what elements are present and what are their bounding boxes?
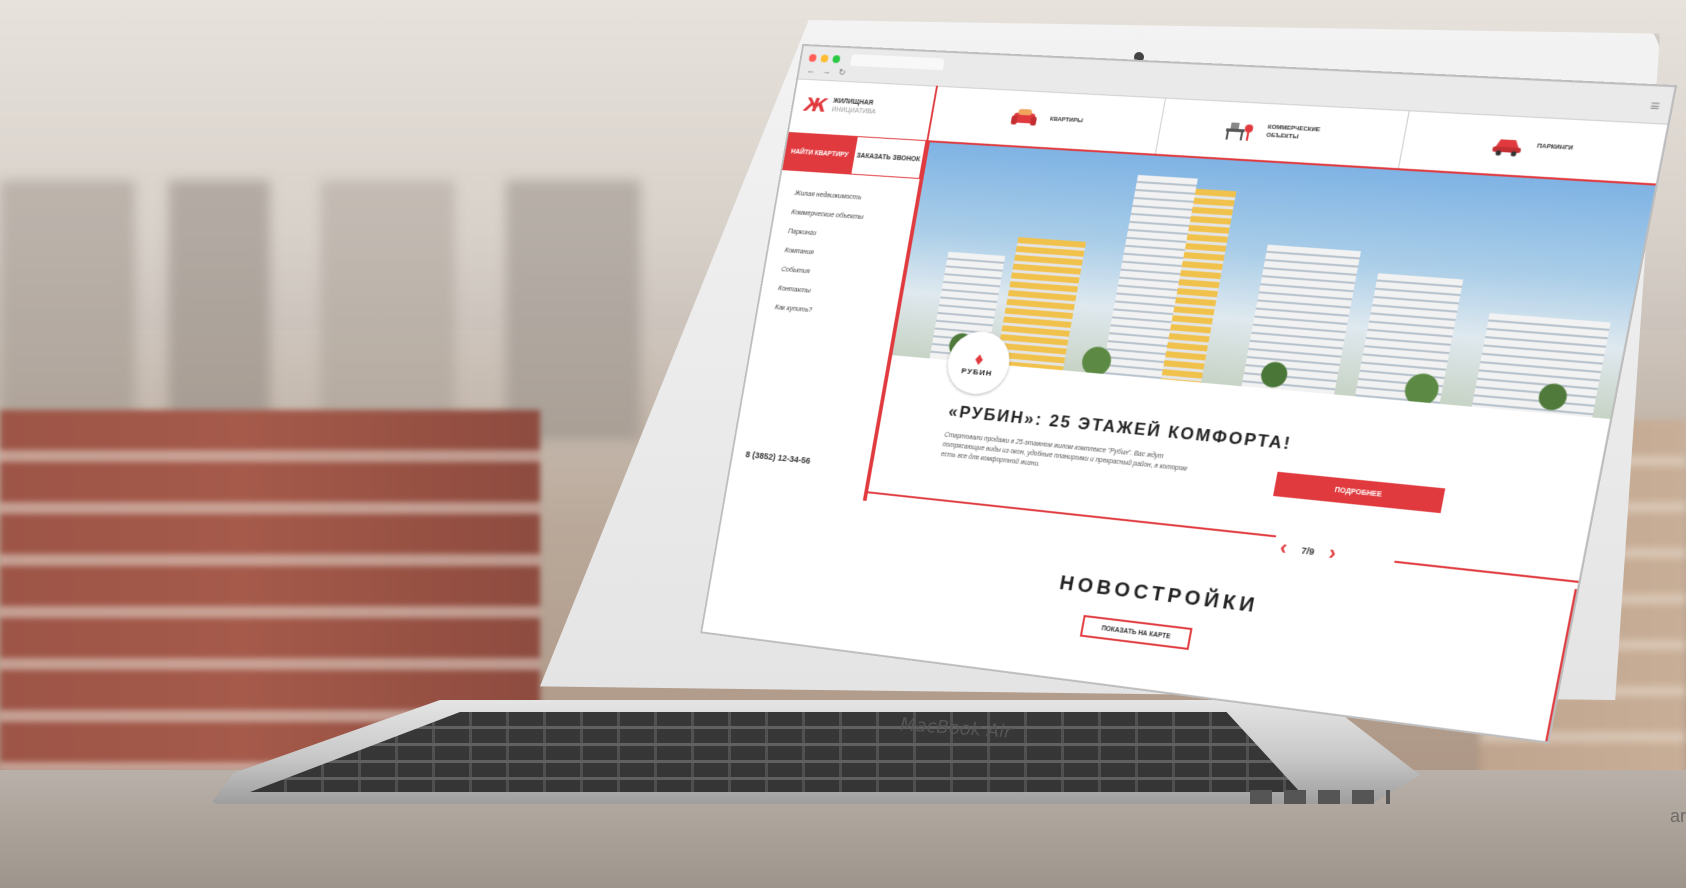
- badge-label: РУБИН: [960, 365, 994, 378]
- new-buildings-title: НОВОСТРОЙКИ: [1057, 572, 1261, 618]
- usb-ports: [1250, 790, 1390, 804]
- pager-counter: 7/9: [1300, 544, 1316, 557]
- next-slide-arrow-icon[interactable]: ›: [1327, 541, 1338, 565]
- phone-number[interactable]: 8 (3852) 12-34-56: [745, 449, 811, 465]
- laptop-screen: ← → ↻ ≡ Ж ЖИЛИЩНАЯ ИНИЦИАТИВА НАЙТИ КВАР…: [702, 45, 1675, 742]
- logo-mark-icon: Ж: [802, 92, 828, 117]
- logo-line-1: ЖИЛИЩНАЯ: [832, 97, 874, 107]
- browser-tab[interactable]: [849, 54, 945, 71]
- sidebar-item-contacts[interactable]: Контакты: [778, 285, 851, 298]
- sidebar-item-company[interactable]: Компания: [784, 247, 857, 259]
- slider-pager: ‹ 7/9 ›: [1278, 536, 1338, 565]
- sidebar-item-residential[interactable]: Жилая недвижимость: [794, 190, 867, 202]
- sidebar-item-parking[interactable]: Паркинги: [787, 228, 860, 240]
- window-controls: [808, 53, 841, 64]
- hero-banner: ♦ РУБИН «РУБИН»: 25 ЭТАЖЕЙ КОМФОРТА! Ста…: [864, 142, 1658, 579]
- close-window-icon[interactable]: [808, 53, 817, 62]
- website: Ж ЖИЛИЩНАЯ ИНИЦИАТИВА НАЙТИ КВАРТИРУ ЗАК…: [702, 78, 1668, 742]
- request-call-button[interactable]: ЗАКАЗАТЬ ЗВОНОК: [850, 136, 927, 179]
- sidebar-item-commercial[interactable]: Коммерческие объекты: [791, 209, 864, 221]
- browser-nav-icons[interactable]: ← → ↻: [806, 65, 849, 78]
- more-details-button[interactable]: ПОДРОБНЕЕ: [1273, 471, 1446, 514]
- hamburger-menu-icon[interactable]: ≡: [1649, 97, 1662, 115]
- nav-label-apartments: КВАРТИРЫ: [1049, 116, 1084, 125]
- sidebar-action-buttons: НАЙТИ КВАРТИРУ ЗАКАЗАТЬ ЗВОНОК: [782, 131, 927, 179]
- nav-label-commercial: КОММЕРЧЕСКИЕ ОБЪЕКТЫ: [1265, 124, 1321, 141]
- watermark-text: ar: [1670, 806, 1686, 826]
- nav-label-parking: ПАРКИНГИ: [1536, 143, 1574, 152]
- maximize-window-icon[interactable]: [832, 55, 841, 64]
- office-desk-icon: [1220, 117, 1259, 143]
- show-on-map-button[interactable]: ПОКАЗАТЬ НА КАРТЕ: [1079, 614, 1193, 650]
- find-apartment-button[interactable]: НАЙТИ КВАРТИРУ: [782, 131, 858, 175]
- logo-text: ЖИЛИЩНАЯ ИНИЦИАТИВА: [831, 97, 878, 117]
- ruby-gem-icon: ♦: [973, 348, 986, 369]
- hero-image-residential-complex: [892, 142, 1658, 420]
- sidebar-item-events[interactable]: События: [781, 266, 854, 278]
- webcam-icon: [1134, 52, 1144, 62]
- site-logo[interactable]: Ж ЖИЛИЩНАЯ ИНИЦИАТИВА: [803, 92, 879, 119]
- armchair-icon: [1006, 105, 1043, 130]
- sidebar-item-how-to-buy[interactable]: Как купить?: [774, 304, 847, 317]
- hero-frame-line: [867, 491, 1277, 538]
- car-icon: [1487, 131, 1529, 158]
- minimize-window-icon[interactable]: [820, 54, 829, 63]
- sidebar-menu: Жилая недвижимость Коммерческие объекты …: [772, 190, 867, 329]
- logo-line-2: ИНИЦИАТИВА: [831, 106, 877, 116]
